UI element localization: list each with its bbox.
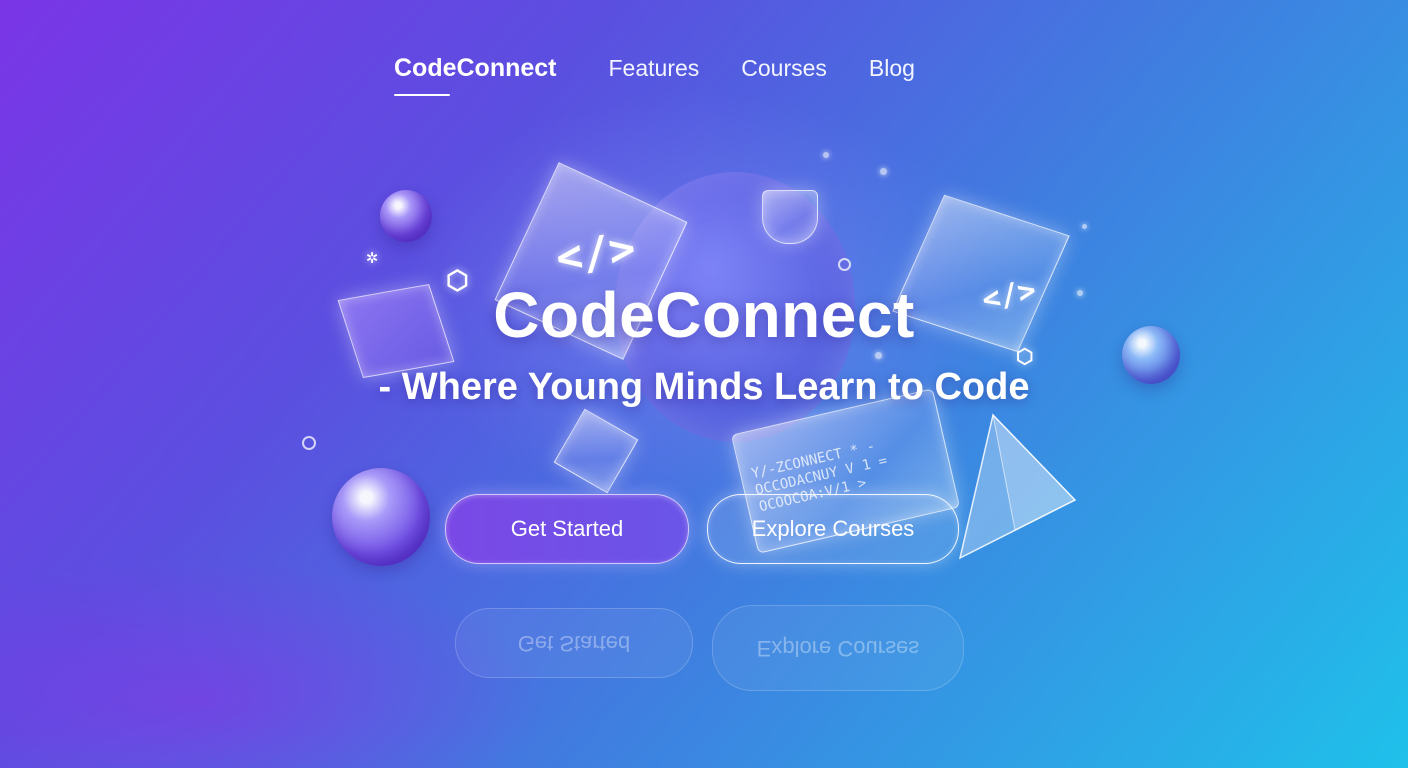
get-started-button[interactable]: Get Started — [445, 494, 689, 564]
sparkle-dot-1 — [823, 152, 829, 158]
glass-pyramid — [958, 413, 1077, 560]
hero-title: CodeConnect — [493, 279, 915, 351]
small-ring-center — [838, 258, 851, 271]
bubble-top-left — [380, 190, 432, 242]
nav-link-courses[interactable]: Courses — [741, 55, 827, 82]
explore-courses-button[interactable]: Explore Courses — [707, 494, 959, 564]
star-icon: ✲ — [366, 244, 379, 268]
bubble-bottom-left — [332, 468, 430, 566]
nav-link-features[interactable]: Features — [609, 55, 700, 82]
explore-courses-label: Explore Courses — [751, 516, 915, 541]
brand-name: CodeConnect — [394, 54, 557, 82]
brand-logo-link[interactable]: CodeConnect — [394, 54, 557, 96]
get-started-reflection: Get Started — [455, 608, 693, 678]
nav-link-blog[interactable]: Blog — [869, 55, 915, 82]
sparkle-dot-2 — [880, 168, 887, 175]
explore-courses-reflection-label: Explore Courses — [756, 636, 920, 661]
hero-subtitle: - Where Young Minds Learn to Code — [378, 366, 1030, 408]
get-started-reflection-label: Get Started — [517, 631, 631, 656]
sparkle-dot-3 — [875, 352, 882, 359]
get-started-label: Get Started — [510, 516, 624, 541]
small-ring-left — [302, 436, 316, 450]
top-navigation: CodeConnect Features Courses Blog — [394, 54, 915, 96]
shield-icon — [762, 190, 818, 244]
active-underline — [394, 94, 450, 96]
explore-courses-reflection: Explore Courses — [712, 605, 964, 691]
sparkle-dot-4 — [1082, 224, 1087, 229]
